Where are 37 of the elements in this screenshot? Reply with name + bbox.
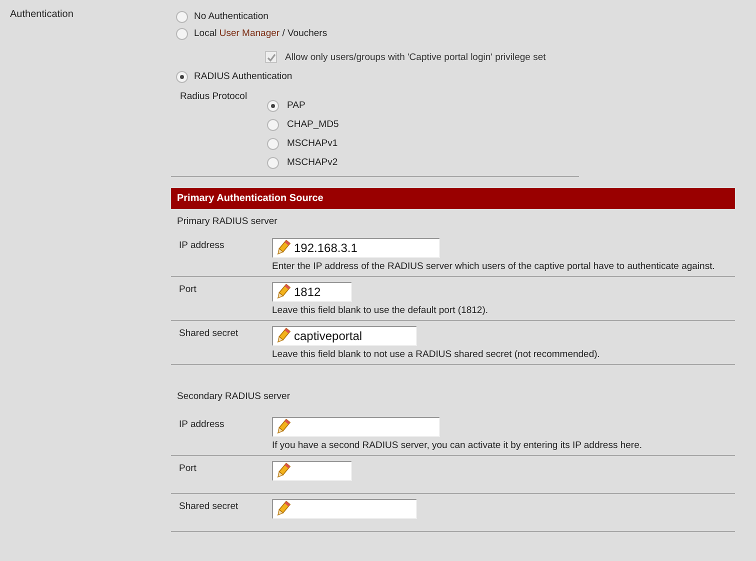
input-field[interactable] [272, 461, 352, 481]
help-text: Leave this field blank to use the default port (1812). [272, 305, 488, 316]
user-manager-link[interactable]: User Manager [219, 28, 280, 39]
input-field[interactable] [272, 417, 440, 437]
group-title: Secondary RADIUS server [176, 390, 291, 404]
radio-button[interactable] [267, 138, 279, 150]
option-label: RADIUS Authentication [194, 71, 292, 82]
section-header: Primary Authentication Source [171, 188, 735, 209]
field-label: Radius Protocol [180, 91, 248, 104]
option-label: Local User Manager / Vouchers [194, 28, 328, 39]
field-label: IP address [179, 418, 226, 432]
field-label: Port [179, 283, 198, 297]
help-text: Enter the IP address of the RADIUS server which users of the captive portal have to authenticate against. [272, 261, 715, 272]
checkbox-label: Allow only users/groups with 'Captive portal login' privilege set [285, 52, 546, 62]
option-label: CHAP_MD5 [287, 119, 339, 130]
radio-button[interactable] [267, 118, 279, 130]
field-label: Port [179, 462, 198, 476]
radio-button[interactable] [176, 70, 188, 82]
input-field[interactable]: captiveportal [272, 326, 417, 346]
radio-button[interactable] [267, 100, 279, 112]
field-label: IP address [179, 239, 226, 253]
radio-button[interactable] [176, 28, 188, 40]
option-label: MSCHAPv2 [287, 157, 338, 168]
radio-button[interactable] [176, 10, 188, 22]
option-label: PAP [287, 100, 306, 111]
input-field[interactable]: 1812 [272, 282, 352, 302]
input-field[interactable] [272, 499, 417, 519]
field-label: Shared secret [179, 500, 240, 514]
group-title: Primary RADIUS server [176, 215, 278, 229]
input-field[interactable]: 192.168.3.1 [272, 238, 440, 258]
option-label: No Authentication [194, 11, 268, 22]
radio-button[interactable] [267, 156, 279, 168]
field-label: Shared secret [179, 327, 240, 341]
help-text: If you have a second RADIUS server, you can activate it by entering its IP address here. [272, 440, 642, 451]
option-label: MSCHAPv1 [287, 138, 338, 149]
help-text: Leave this field blank to not use a RADIUS shared secret (not recommended). [272, 349, 600, 360]
field-label: Authentication [9, 8, 74, 22]
